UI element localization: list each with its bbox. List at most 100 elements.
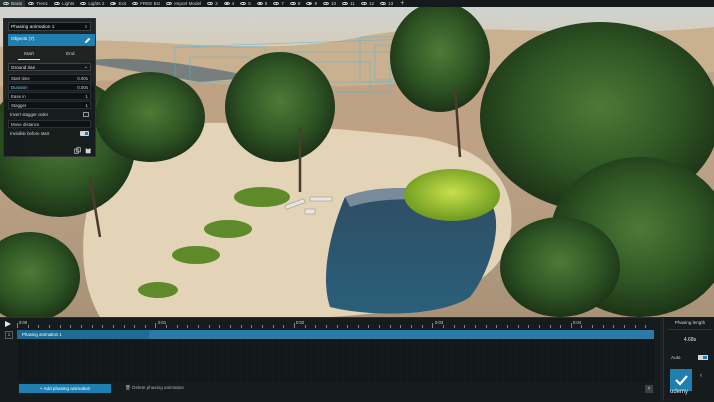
add-layer-icon[interactable]: + [400,0,404,7]
ruler-tick [549,325,551,328]
ease-in-label: Ease in [11,94,26,99]
layer-tab[interactable]: Tree1 [25,0,51,7]
layer-tab[interactable]: FREE BG [129,0,163,7]
phasing-length-title: Phasing length [674,320,706,325]
layer-tab[interactable]: 13 [377,0,396,7]
eye-icon[interactable] [360,1,367,6]
eye-icon[interactable] [273,1,280,6]
ruler-tick [261,325,263,328]
ruler-tick [304,325,306,328]
ease-in-value: 1 [85,94,88,99]
layer-label: Basis [11,1,23,6]
timeline-grid[interactable] [17,339,654,382]
objects-button[interactable]: Objects (7) [8,34,95,46]
layer-label: Import Model [174,1,202,6]
layer-tab[interactable]: Lights [51,0,77,7]
layer-tab[interactable]: 12 [358,0,377,7]
eye-icon[interactable] [380,1,387,6]
layer-label: 9 [314,1,318,6]
phasing-length-value[interactable]: 4.68s [668,337,712,343]
objects-label: Objects (7) [11,37,35,42]
eye-icon[interactable] [54,1,61,6]
start-time-label: Start time [11,76,30,81]
pencil-icon[interactable] [84,37,91,44]
copy-icon[interactable] [74,147,81,154]
eye-icon[interactable] [306,1,313,6]
layer-tab[interactable]: 3 [204,0,221,7]
stagger-field[interactable]: Stagger 1 [8,101,91,109]
play-icon[interactable] [5,321,11,327]
layer-tab[interactable]: 9 [303,0,320,7]
tick-label: 0:04 [573,320,582,325]
start-time-field[interactable]: Start time 0.00s [8,74,91,82]
eye-icon[interactable] [256,1,263,6]
ruler-tick [592,325,593,328]
start-end-tabs: Start End [8,51,91,60]
layer-tab[interactable]: 6 [254,0,271,7]
add-phasing-animation-button[interactable]: + Add phasing animation [19,384,111,393]
layer-label: 4 [231,1,235,6]
ruler-tick [613,325,614,328]
chevron-down-icon: ⌄ [83,64,88,70]
start-time-value: 0.00s [77,76,88,81]
ruler-tick [474,325,476,328]
layer-label: Exit [118,1,127,6]
eye-icon[interactable] [3,1,9,6]
layer-tab[interactable]: 5 [237,0,254,7]
name-scroll-icon[interactable]: ⇕ [84,24,88,29]
animation-name-field[interactable]: Phasing animation 1 ⇕ [8,22,91,31]
eye-icon[interactable] [207,1,214,6]
layer-tab[interactable]: 4 [221,0,238,7]
eye-icon[interactable] [223,1,230,6]
3d-viewport[interactable]: Phasing animation 1 ⇕ Objects (7) Start … [0,7,714,317]
track-duration-region[interactable] [149,330,654,339]
eye-icon[interactable] [28,1,35,6]
preset-dropdown[interactable]: Ground rise ⌄ [8,63,91,71]
tick-label: 0:01 [158,320,167,325]
paste-icon[interactable] [85,147,92,154]
ruler-tick [357,325,359,328]
auto-toggle[interactable] [698,355,708,360]
ease-in-field[interactable]: Ease in 1 [8,92,91,100]
tab-start[interactable]: Start [8,51,50,60]
check-icon [675,375,688,386]
layer-label: 6 [264,1,268,6]
layer-tab[interactable]: Basis [0,0,26,7]
ruler-tick [219,325,220,328]
layer-tab[interactable]: 8 [287,0,304,7]
eye-icon[interactable] [110,1,117,6]
layer-tab[interactable]: Import Model [163,0,204,7]
duration-field[interactable]: Duration 0.00s [8,83,91,91]
close-icon[interactable]: × [645,385,653,393]
ruler-tick [325,325,327,328]
tick-label: 0:03 [435,320,444,325]
eye-icon[interactable] [166,1,173,6]
time-ruler[interactable]: 0:00 0:01 0:02 0:03 0:04 [17,318,657,328]
eye-icon[interactable] [240,1,247,6]
layer-tab[interactable]: Exit [107,0,129,7]
eye-icon[interactable] [342,1,349,6]
confirm-button[interactable] [670,369,692,391]
layer-label: Lights [62,1,75,6]
animation-track[interactable]: Phasing animation 1 [17,330,654,339]
eye-icon[interactable] [132,1,139,6]
preset-value: Ground rise [11,65,36,70]
layer-label: 10 [331,1,337,6]
invert-stagger-checkbox[interactable] [83,112,89,117]
eye-icon[interactable] [80,1,87,6]
eye-icon[interactable] [289,1,296,6]
layer-tab[interactable]: 10 [320,0,339,7]
layer-tab[interactable]: 11 [339,0,358,7]
layer-tab[interactable]: 7 [270,0,287,7]
ruler-tick [59,325,61,328]
ruler-tick [198,325,199,328]
move-distance-field[interactable]: Move distance [8,120,91,128]
invisible-before-start-toggle[interactable] [80,131,89,136]
delete-phasing-animation-button[interactable]: 🗑 Delete phasing animation [125,385,184,391]
tab-end[interactable]: End [50,51,92,60]
ruler-tick [602,325,604,328]
eye-icon[interactable] [323,1,330,6]
panel-actions [74,147,92,154]
collapse-icon[interactable]: ‹ [700,373,702,379]
layer-tab[interactable]: Lights 2 [77,0,107,7]
